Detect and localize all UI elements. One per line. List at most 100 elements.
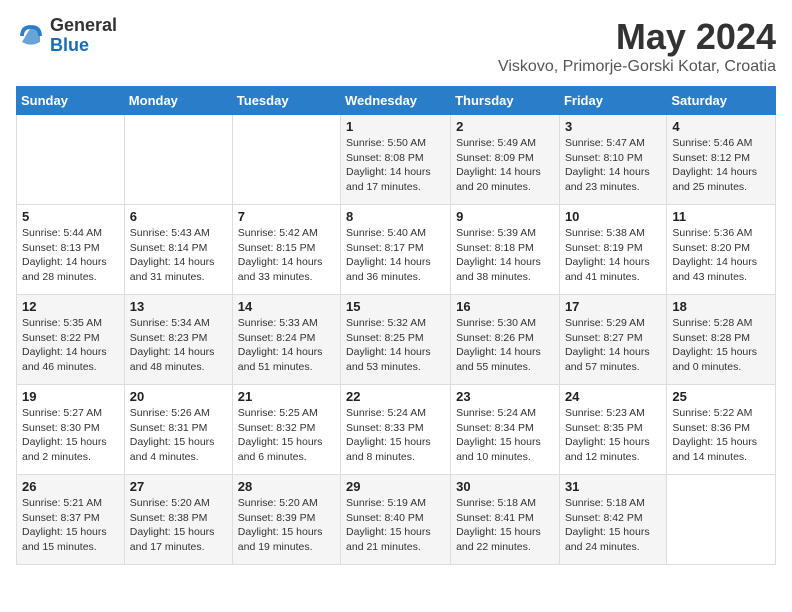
day-number: 19 [22,389,119,404]
logo-blue: Blue [50,35,89,55]
day-number: 12 [22,299,119,314]
calendar-cell: 21Sunrise: 5:25 AM Sunset: 8:32 PM Dayli… [232,385,340,475]
calendar-cell: 23 Sunrise: 5:24 AM Sunset: 8:34 PM Dayli… [451,385,560,475]
col-header-friday: Friday [559,87,666,115]
calendar-cell: 25Sunrise: 5:22 AM Sunset: 8:36 PM Dayli… [667,385,776,475]
calendar-cell: 28 Sunrise: 5:20 AM Sunset: 8:39 PM Dayli… [232,475,340,565]
week-row-1: 1Sunrise: 5:50 AM Sunset: 8:08 PM Daylig… [17,115,776,205]
day-info: Sunrise: 5:44 AM Sunset: 8:13 PM Dayligh… [22,226,119,285]
calendar-cell [232,115,340,205]
day-info: Sunrise: 5:28 AM Sunset: 8:28 PM Dayligh… [672,316,770,375]
day-number: 28 [238,479,335,494]
calendar-cell: 8Sunrise: 5:40 AM Sunset: 8:17 PM Daylig… [341,205,451,295]
day-info: Sunrise: 5:32 AM Sunset: 8:25 PM Dayligh… [346,316,445,375]
day-info: Sunrise: 5:24 AM Sunset: 8:33 PM Dayligh… [346,406,445,465]
calendar-cell: 27 Sunrise: 5:20 AM Sunset: 8:38 PM Dayli… [124,475,232,565]
day-info: Sunrise: 5:35 AM Sunset: 8:22 PM Dayligh… [22,316,119,375]
week-row-2: 5 Sunrise: 5:44 AM Sunset: 8:13 PM Daylig… [17,205,776,295]
day-number: 22 [346,389,445,404]
day-info: Sunrise: 5:50 AM Sunset: 8:08 PM Dayligh… [346,136,445,195]
calendar-cell: 1Sunrise: 5:50 AM Sunset: 8:08 PM Daylig… [341,115,451,205]
calendar-cell: 9Sunrise: 5:39 AM Sunset: 8:18 PM Daylig… [451,205,560,295]
day-number: 5 [22,209,119,224]
calendar-cell: 7 Sunrise: 5:42 AM Sunset: 8:15 PM Daylig… [232,205,340,295]
day-info: Sunrise: 5:34 AM Sunset: 8:23 PM Dayligh… [130,316,227,375]
day-info: Sunrise: 5:21 AM Sunset: 8:37 PM Dayligh… [22,496,119,555]
day-info: Sunrise: 5:39 AM Sunset: 8:18 PM Dayligh… [456,226,554,285]
page-header: General Blue May 2024 Viskovo, Primorje-… [16,16,776,76]
day-number: 27 [130,479,227,494]
main-title: May 2024 [498,16,776,58]
col-header-saturday: Saturday [667,87,776,115]
week-row-4: 19 Sunrise: 5:27 AM Sunset: 8:30 PM Dayli… [17,385,776,475]
calendar-cell: 19 Sunrise: 5:27 AM Sunset: 8:30 PM Dayli… [17,385,125,475]
calendar-cell: 29 Sunrise: 5:19 AM Sunset: 8:40 PM Dayli… [341,475,451,565]
day-info: Sunrise: 5:20 AM Sunset: 8:39 PM Dayligh… [238,496,335,555]
day-info: Sunrise: 5:18 AM Sunset: 8:42 PM Dayligh… [565,496,661,555]
day-number: 26 [22,479,119,494]
day-info: Sunrise: 5:22 AM Sunset: 8:36 PM Dayligh… [672,406,770,465]
day-info: Sunrise: 5:19 AM Sunset: 8:40 PM Dayligh… [346,496,445,555]
day-number: 10 [565,209,661,224]
calendar-cell: 13 Sunrise: 5:34 AM Sunset: 8:23 PM Dayli… [124,295,232,385]
day-number: 13 [130,299,227,314]
day-info: Sunrise: 5:27 AM Sunset: 8:30 PM Dayligh… [22,406,119,465]
calendar-cell: 18 Sunrise: 5:28 AM Sunset: 8:28 PM Dayli… [667,295,776,385]
calendar-cell: 26 Sunrise: 5:21 AM Sunset: 8:37 PM Dayli… [17,475,125,565]
day-number: 7 [238,209,335,224]
day-number: 24 [565,389,661,404]
calendar-cell [17,115,125,205]
day-number: 15 [346,299,445,314]
col-header-monday: Monday [124,87,232,115]
day-info: Sunrise: 5:40 AM Sunset: 8:17 PM Dayligh… [346,226,445,285]
subtitle: Viskovo, Primorje-Gorski Kotar, Croatia [498,58,776,76]
logo-general: General [50,15,117,35]
calendar-cell [667,475,776,565]
day-info: Sunrise: 5:29 AM Sunset: 8:27 PM Dayligh… [565,316,661,375]
day-info: Sunrise: 5:38 AM Sunset: 8:19 PM Dayligh… [565,226,661,285]
day-number: 20 [130,389,227,404]
day-info: Sunrise: 5:20 AM Sunset: 8:38 PM Dayligh… [130,496,227,555]
calendar-cell: 20 Sunrise: 5:26 AM Sunset: 8:31 PM Dayli… [124,385,232,475]
day-info: Sunrise: 5:42 AM Sunset: 8:15 PM Dayligh… [238,226,335,285]
calendar-cell: 6 Sunrise: 5:43 AM Sunset: 8:14 PM Daylig… [124,205,232,295]
day-info: Sunrise: 5:43 AM Sunset: 8:14 PM Dayligh… [130,226,227,285]
day-info: Sunrise: 5:33 AM Sunset: 8:24 PM Dayligh… [238,316,335,375]
day-info: Sunrise: 5:23 AM Sunset: 8:35 PM Dayligh… [565,406,661,465]
day-number: 3 [565,119,661,134]
calendar-cell: 16Sunrise: 5:30 AM Sunset: 8:26 PM Dayli… [451,295,560,385]
calendar-cell: 15 Sunrise: 5:32 AM Sunset: 8:25 PM Dayli… [341,295,451,385]
day-number: 30 [456,479,554,494]
day-number: 6 [130,209,227,224]
calendar-cell: 4Sunrise: 5:46 AM Sunset: 8:12 PM Daylig… [667,115,776,205]
calendar-cell: 12 Sunrise: 5:35 AM Sunset: 8:22 PM Dayli… [17,295,125,385]
week-row-5: 26 Sunrise: 5:21 AM Sunset: 8:37 PM Dayli… [17,475,776,565]
col-header-wednesday: Wednesday [341,87,451,115]
calendar-cell: 30 Sunrise: 5:18 AM Sunset: 8:41 PM Dayli… [451,475,560,565]
day-info: Sunrise: 5:26 AM Sunset: 8:31 PM Dayligh… [130,406,227,465]
calendar-table: SundayMondayTuesdayWednesdayThursdayFrid… [16,86,776,565]
header-row: SundayMondayTuesdayWednesdayThursdayFrid… [17,87,776,115]
day-number: 16 [456,299,554,314]
day-number: 29 [346,479,445,494]
calendar-body: 1Sunrise: 5:50 AM Sunset: 8:08 PM Daylig… [17,115,776,565]
calendar-cell: 22 Sunrise: 5:24 AM Sunset: 8:33 PM Dayli… [341,385,451,475]
day-info: Sunrise: 5:49 AM Sunset: 8:09 PM Dayligh… [456,136,554,195]
calendar-cell: 11Sunrise: 5:36 AM Sunset: 8:20 PM Dayli… [667,205,776,295]
day-info: Sunrise: 5:18 AM Sunset: 8:41 PM Dayligh… [456,496,554,555]
calendar-header: SundayMondayTuesdayWednesdayThursdayFrid… [17,87,776,115]
calendar-cell: 2Sunrise: 5:49 AM Sunset: 8:09 PM Daylig… [451,115,560,205]
calendar-cell: 14 Sunrise: 5:33 AM Sunset: 8:24 PM Dayli… [232,295,340,385]
day-number: 18 [672,299,770,314]
day-number: 23 [456,389,554,404]
day-info: Sunrise: 5:47 AM Sunset: 8:10 PM Dayligh… [565,136,661,195]
day-info: Sunrise: 5:24 AM Sunset: 8:34 PM Dayligh… [456,406,554,465]
calendar-cell: 17Sunrise: 5:29 AM Sunset: 8:27 PM Dayli… [559,295,666,385]
calendar-cell: 24 Sunrise: 5:23 AM Sunset: 8:35 PM Dayli… [559,385,666,475]
day-number: 14 [238,299,335,314]
logo-icon [16,21,46,51]
day-number: 31 [565,479,661,494]
calendar-cell: 10 Sunrise: 5:38 AM Sunset: 8:19 PM Dayli… [559,205,666,295]
calendar-cell: 3 Sunrise: 5:47 AM Sunset: 8:10 PM Daylig… [559,115,666,205]
logo: General Blue [16,16,117,56]
